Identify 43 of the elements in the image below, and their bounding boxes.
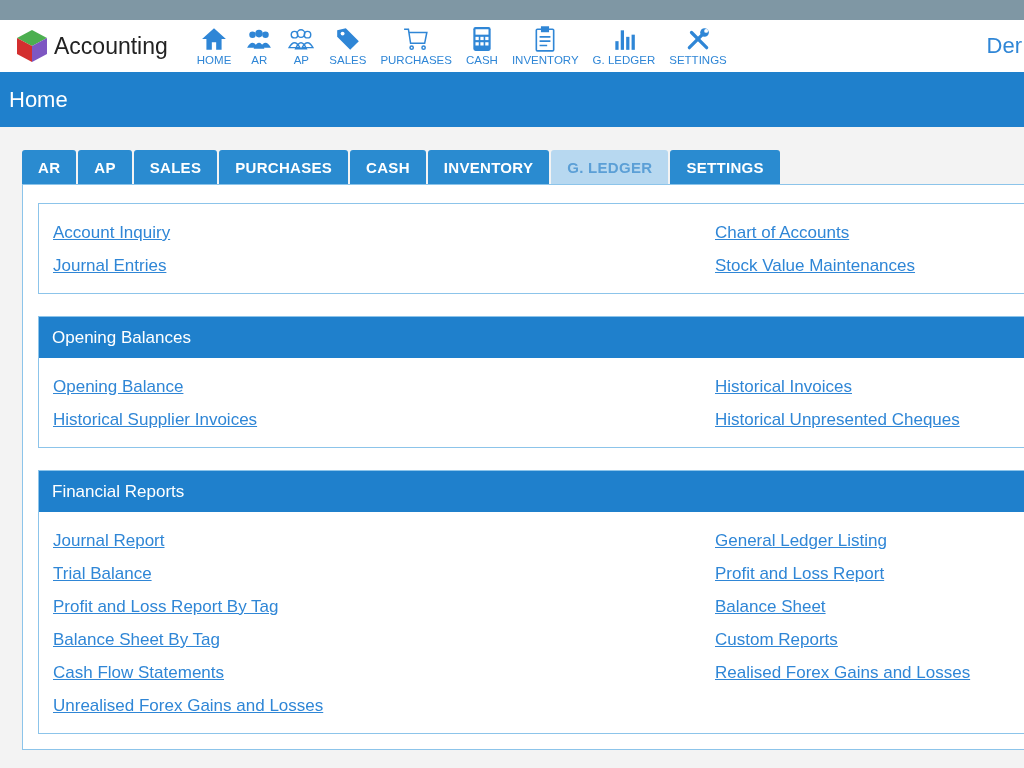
nav-button[interactable]: G. LEDGER (585, 26, 663, 66)
report-link[interactable]: Custom Reports (715, 628, 838, 651)
cart-icon (402, 26, 431, 52)
cube-logo-icon (14, 28, 50, 64)
report-link[interactable]: Unrealised Forex Gains and Losses (53, 694, 324, 717)
report-link[interactable]: General Ledger Listing (715, 529, 887, 552)
report-link[interactable]: Profit and Loss Report (715, 562, 885, 585)
report-link[interactable]: Chart of Accounts (715, 221, 850, 244)
tab[interactable]: INVENTORY (427, 150, 550, 184)
nav-button[interactable]: INVENTORY (504, 26, 586, 66)
nav-button[interactable]: HOME (189, 26, 239, 66)
report-link[interactable]: Historical Invoices (715, 375, 852, 398)
tab[interactable]: AP (78, 150, 132, 184)
report-link[interactable]: Journal Report (53, 529, 165, 552)
nav-button[interactable]: SALES (322, 26, 374, 66)
report-link[interactable]: Profit and Loss Report By Tag (53, 595, 279, 618)
people-icon (287, 26, 316, 52)
nav-button[interactable]: CASH (458, 26, 505, 66)
tab[interactable]: SETTINGS (670, 150, 780, 184)
nav-button[interactable]: AP (280, 26, 323, 66)
app-name: Accounting (54, 32, 168, 60)
report-link[interactable]: Realised Forex Gains and Losses (715, 661, 971, 684)
page-title: Home (0, 72, 1024, 127)
report-link[interactable]: Balance Sheet (715, 595, 826, 618)
tab[interactable]: PURCHASES (219, 150, 349, 184)
report-link[interactable]: Stock Value Maintenances (715, 254, 916, 277)
report-link[interactable]: Trial Balance (53, 562, 152, 585)
tab[interactable]: CASH (350, 150, 426, 184)
nav-button[interactable]: AR (238, 26, 281, 66)
section-header: Opening Balances (39, 317, 1024, 358)
report-link[interactable]: Cash Flow Statements (53, 661, 224, 684)
report-link[interactable]: Balance Sheet By Tag (53, 628, 220, 651)
nav-button[interactable]: SETTINGS (662, 26, 734, 66)
report-link[interactable]: Historical Unpresented Cheques (715, 408, 960, 431)
tab[interactable]: SALES (133, 150, 218, 184)
section-header: Financial Reports (39, 471, 1024, 512)
report-link[interactable]: Opening Balance (53, 375, 184, 398)
report-link[interactable]: Historical Supplier Invoices (53, 408, 258, 431)
user-name: Der (986, 33, 1022, 59)
report-link[interactable]: Account Inquiry (53, 221, 171, 244)
nav-button[interactable]: PURCHASES (373, 26, 459, 66)
report-link[interactable]: Journal Entries (53, 254, 167, 277)
tab[interactable]: AR (22, 150, 77, 184)
